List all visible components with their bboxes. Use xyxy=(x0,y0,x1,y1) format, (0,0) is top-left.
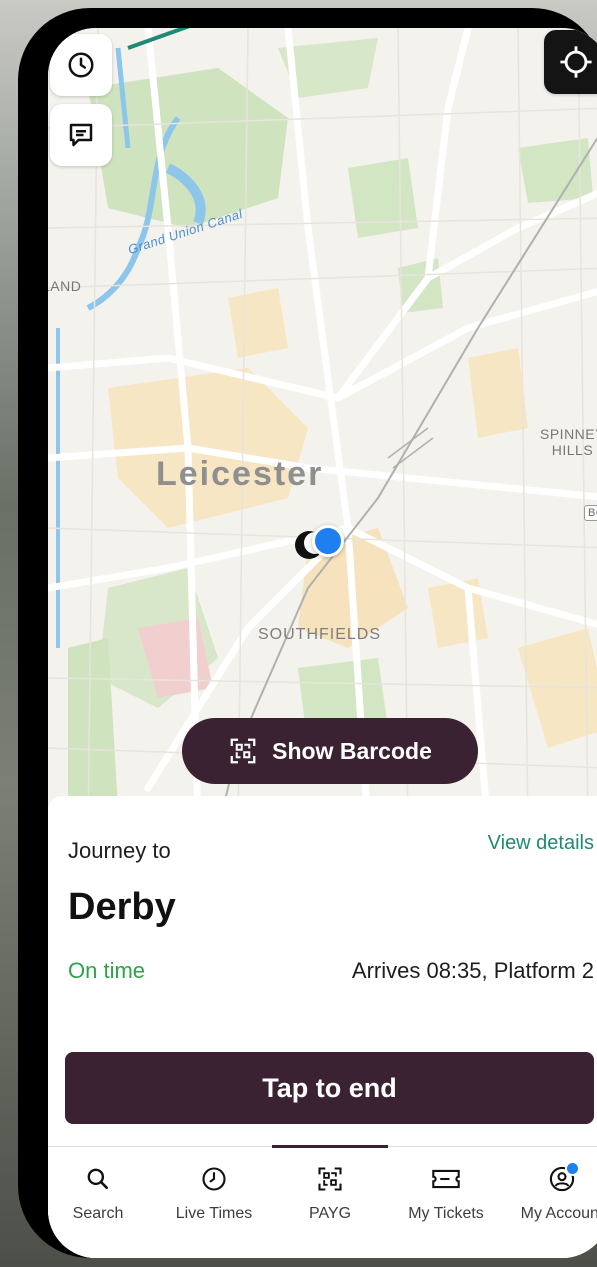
history-clock-icon xyxy=(68,52,94,78)
area-label-spinney: SPINNEY HILLS xyxy=(540,426,597,458)
phone-frame: Grand Union Canal LAND Leicester SOUTHFI… xyxy=(18,8,597,1258)
tab-payg-label: PAYG xyxy=(308,1205,352,1222)
tab-payg[interactable]: PAYG xyxy=(272,1163,388,1223)
search-icon xyxy=(87,1168,108,1189)
journey-to-label: Journey to xyxy=(68,838,171,863)
current-location-dot xyxy=(312,525,344,557)
district-label: SOUTHFIELDS xyxy=(258,626,382,643)
qr-icon xyxy=(318,1167,342,1191)
feedback-button[interactable] xyxy=(50,104,112,166)
view-details-link[interactable]: View details xyxy=(488,832,594,855)
tab-my-tickets-label: My Tickets xyxy=(408,1205,484,1222)
show-barcode-label: Show Barcode xyxy=(272,737,432,764)
tab-search[interactable]: Search xyxy=(48,1163,156,1223)
history-button[interactable] xyxy=(50,34,112,96)
clock-icon xyxy=(202,1167,226,1191)
arrival-info: Arrives 08:35, Platform 2 xyxy=(351,958,594,983)
city-label: Leicester xyxy=(156,455,324,493)
crosshair-icon xyxy=(560,46,592,78)
notification-badge xyxy=(565,1161,580,1176)
message-icon xyxy=(69,123,93,147)
map-view[interactable]: Grand Union Canal LAND Leicester SOUTHFI… xyxy=(48,28,597,828)
show-barcode-button[interactable]: Show Barcode xyxy=(182,718,478,784)
active-tab-indicator xyxy=(272,1145,388,1148)
tab-live-times[interactable]: Live Times xyxy=(156,1163,272,1223)
tab-my-account-label: My Account xyxy=(520,1205,597,1222)
map-canvas xyxy=(48,28,597,828)
bottom-tab-bar: Search Live Times PAYG My Tickets My Acc… xyxy=(48,1145,597,1258)
road-label: B641 xyxy=(584,505,597,521)
tab-my-account[interactable]: My Account xyxy=(504,1161,597,1223)
app-screen: Grand Union Canal LAND Leicester SOUTHFI… xyxy=(48,28,597,1258)
qr-scan-icon xyxy=(230,738,256,764)
destination-name: Derby xyxy=(68,886,176,928)
tab-search-label: Search xyxy=(72,1205,124,1222)
tap-to-end-label: Tap to end xyxy=(262,1072,397,1103)
tab-my-tickets[interactable]: My Tickets xyxy=(388,1163,504,1223)
area-label-edge: LAND xyxy=(48,278,82,294)
ticket-icon xyxy=(432,1169,460,1189)
tap-to-end-button[interactable]: Tap to end xyxy=(65,1052,594,1124)
locate-me-button[interactable] xyxy=(544,30,597,94)
tab-live-times-label: Live Times xyxy=(175,1205,253,1222)
status-badge: On time xyxy=(68,958,146,983)
